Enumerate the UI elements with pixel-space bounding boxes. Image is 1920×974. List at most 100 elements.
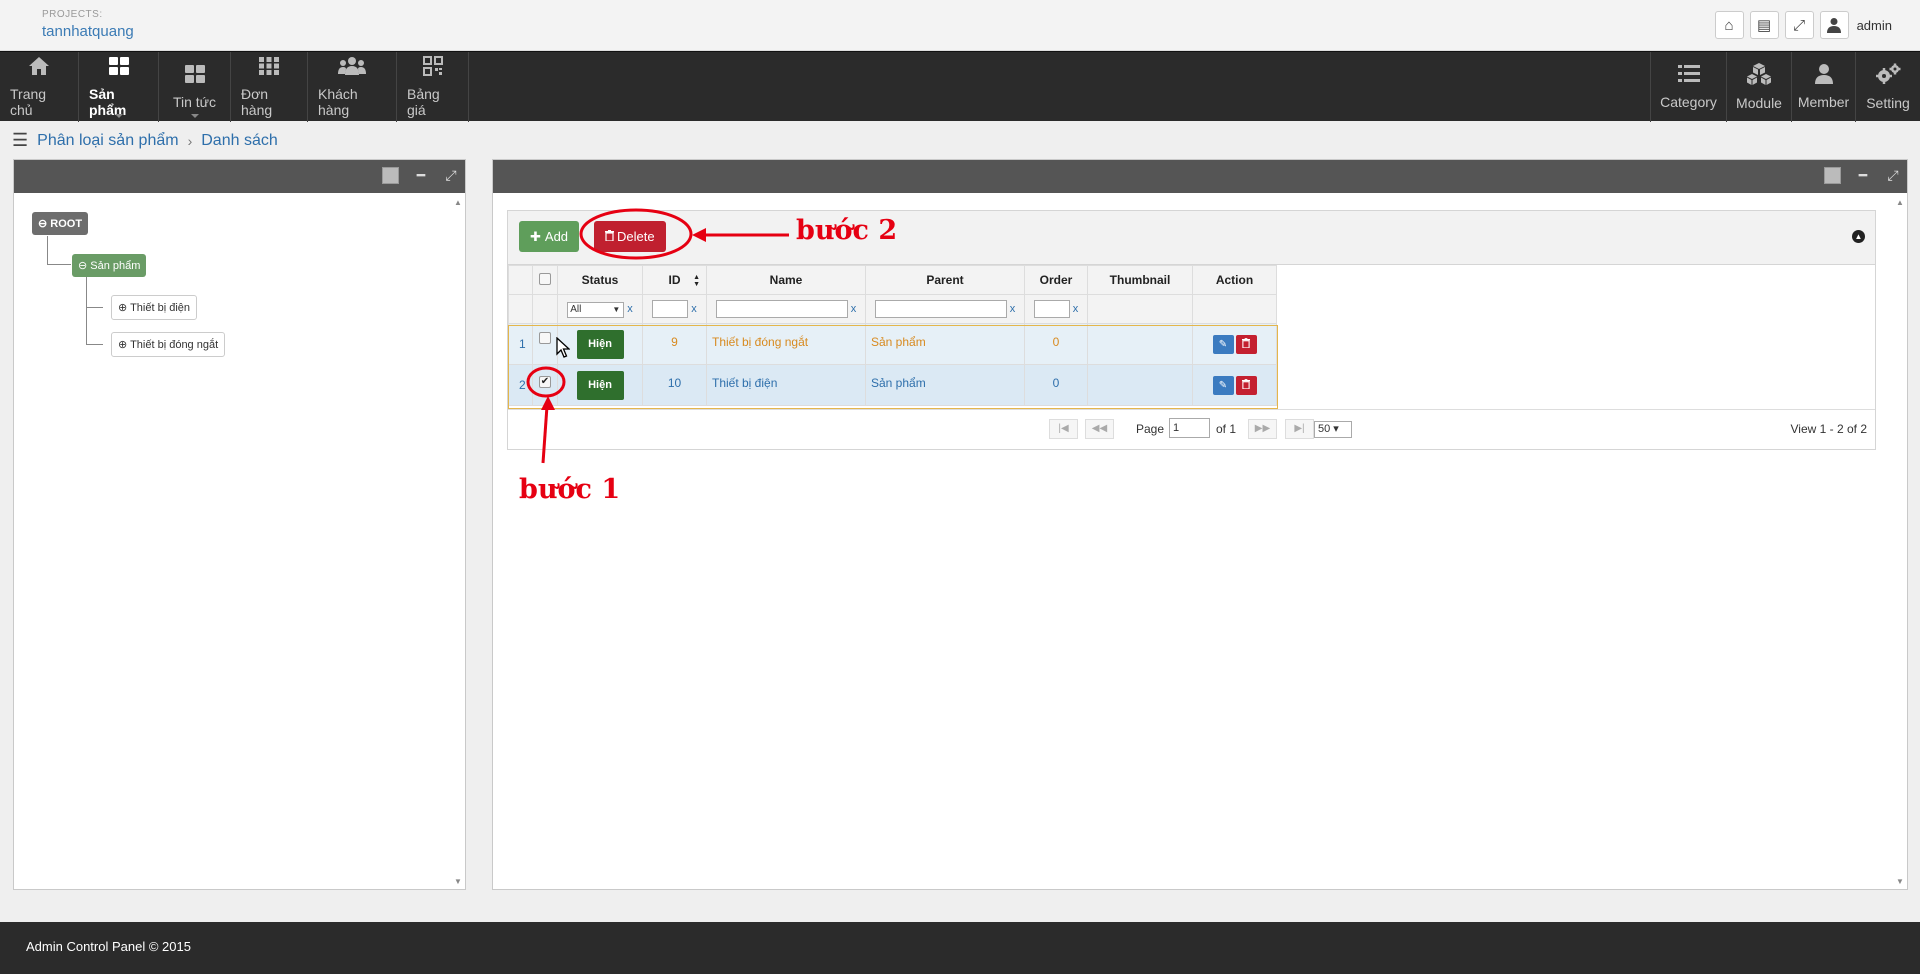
tree-node-san-pham[interactable]: ⊖ Sản phẩm <box>72 254 147 277</box>
edit-icon[interactable]: ✎ <box>1212 375 1234 395</box>
col-header-name[interactable]: Name <box>706 265 866 295</box>
nav-item-module[interactable]: Module <box>1726 52 1791 122</box>
chevron-right-icon: › <box>187 132 193 149</box>
grid-panel-header: ━ ⤢ <box>493 160 1907 193</box>
square-icon[interactable] <box>382 167 399 184</box>
menu-icon[interactable]: ☰ <box>12 130 28 151</box>
home-icon[interactable]: ⌂ <box>1714 11 1744 39</box>
col-header-thumbnail[interactable]: Thumbnail <box>1087 265 1193 295</box>
minimize-icon[interactable]: ━ <box>413 167 429 184</box>
row-thumbnail <box>1087 323 1193 365</box>
nav-item-don-hang[interactable]: Đơn hàng <box>231 52 308 122</box>
scroll-down-icon[interactable]: ▼ <box>1895 877 1905 886</box>
row-parent: Sản phẩm <box>865 364 1025 406</box>
status-filter-select[interactable]: All <box>567 301 625 318</box>
rownum-header <box>508 265 533 295</box>
row-name: Thiết bị đóng ngắt <box>706 323 866 365</box>
delete-button[interactable]: Delete <box>594 221 666 252</box>
expand-icon[interactable]: ⤢ <box>443 167 459 184</box>
name-filter-input[interactable] <box>715 300 848 318</box>
user-icon[interactable] <box>1819 11 1849 39</box>
select-all-checkbox[interactable] <box>539 272 551 285</box>
scroll-down-icon[interactable]: ▼ <box>453 877 463 886</box>
tree-connector <box>47 264 71 265</box>
scroll-up-icon[interactable]: ▲ <box>453 198 463 207</box>
book-icon[interactable]: ▤ <box>1749 11 1779 39</box>
clear-name-filter[interactable]: x <box>851 303 857 315</box>
grid-icon <box>108 56 130 80</box>
parent-filter-input[interactable] <box>874 300 1007 318</box>
next-page-icon[interactable]: ▶▶ <box>1248 419 1277 439</box>
table-row[interactable]: 2 ✔ Hiện 10 Thiết bị điện Sản phẩm 0 ✎ <box>508 364 1277 406</box>
col-header-order[interactable]: Order <box>1024 265 1088 295</box>
tree-connector <box>86 276 87 344</box>
square-icon[interactable] <box>1824 167 1841 184</box>
last-page-icon[interactable]: ▶| <box>1285 419 1314 439</box>
fullscreen-icon[interactable]: ⤢ <box>1784 11 1814 39</box>
admin-username[interactable]: admin <box>1857 18 1892 33</box>
minus-circle-icon: ⊖ <box>78 260 88 272</box>
page-number-input[interactable]: 1 <box>1169 418 1210 438</box>
nav-item-category[interactable]: Category <box>1650 52 1726 122</box>
chevron-down-icon <box>190 114 199 118</box>
clear-order-filter[interactable]: x <box>1073 303 1079 315</box>
clear-status-filter[interactable]: x <box>627 303 633 315</box>
main-nav: Trang chủ Sản phẩm Tin tức Đơn hàng Khác… <box>0 51 1920 122</box>
nav-item-tin-tuc[interactable]: Tin tức <box>159 52 231 122</box>
project-name-link[interactable]: tannhatquang <box>42 23 134 40</box>
nav-item-bang-gia[interactable]: Bảng giá <box>397 52 469 122</box>
breadcrumb-current[interactable]: Danh sách <box>201 132 278 150</box>
nav-item-khach-hang[interactable]: Khách hàng <box>308 52 397 122</box>
table-row[interactable]: 1 Hiện 9 Thiết bị đóng ngắt Sản phẩm 0 ✎ <box>508 323 1277 365</box>
mouse-cursor-icon <box>556 337 570 358</box>
row-thumbnail <box>1087 364 1193 406</box>
chevron-down-icon <box>114 114 123 118</box>
prev-page-icon[interactable]: ◀◀ <box>1085 419 1114 439</box>
grid-icon <box>184 64 206 88</box>
id-filter-input[interactable] <box>652 300 689 318</box>
home-icon <box>28 56 50 80</box>
col-header-parent[interactable]: Parent <box>865 265 1025 295</box>
nav-item-trang-chu[interactable]: Trang chủ <box>0 52 79 122</box>
plus-circle-icon: ⊕ <box>118 302 128 314</box>
nav-item-member[interactable]: Member <box>1791 52 1855 122</box>
row-checkbox[interactable] <box>539 332 551 344</box>
tree-connector <box>47 236 48 264</box>
trash-icon[interactable] <box>1235 334 1257 354</box>
top-tools: ⌂ ▤ ⤢ admin <box>1714 11 1892 39</box>
col-header-id[interactable]: ID ▲ ▼ <box>642 265 707 295</box>
expand-icon[interactable]: ⤢ <box>1885 167 1901 184</box>
user-icon <box>1814 64 1833 88</box>
grid-panel: ━ ⤢ ▲ ▼ ✚ Add Delete ▲ Status ID ▲ ▼ Nam… <box>492 159 1908 890</box>
clear-id-filter[interactable]: x <box>691 303 697 315</box>
tree-panel: ━ ⤢ ▲ ▼ ⊖ ROOT ⊖ Sản phẩm ⊕ Thiết bị điệ… <box>13 159 466 890</box>
trash-icon[interactable] <box>1235 375 1257 395</box>
status-toggle-button[interactable]: Hiện <box>576 370 624 400</box>
nav-item-setting[interactable]: Setting <box>1855 52 1920 122</box>
top-header: PROJECTS: tannhatquang ⌂ ▤ ⤢ admin <box>0 0 1920 51</box>
row-number: 1 <box>508 323 533 365</box>
tree-node-thiet-bi-dong-ngat[interactable]: ⊕ Thiết bị đóng ngắt <box>111 332 226 357</box>
page-size-select[interactable]: 50 ▾ <box>1314 421 1352 438</box>
collapse-icon[interactable]: ▲ <box>1852 230 1865 243</box>
projects-label: PROJECTS: <box>42 9 103 20</box>
row-checkbox-checked[interactable]: ✔ <box>539 376 551 388</box>
select-all-header <box>532 265 558 295</box>
tree-node-thiet-bi-dien[interactable]: ⊕ Thiết bị điện <box>111 295 198 320</box>
edit-icon[interactable]: ✎ <box>1212 334 1234 354</box>
page-count: of 1 <box>1216 422 1237 436</box>
first-page-icon[interactable]: |◀ <box>1049 419 1078 439</box>
tree-node-root[interactable]: ⊖ ROOT <box>32 212 89 235</box>
minimize-icon[interactable]: ━ <box>1855 167 1871 184</box>
scroll-up-icon[interactable]: ▲ <box>1895 198 1905 207</box>
clear-parent-filter[interactable]: x <box>1010 303 1016 315</box>
breadcrumb-parent[interactable]: Phân loại sản phẩm <box>37 132 178 150</box>
status-toggle-button[interactable]: Hiện <box>576 329 624 359</box>
order-filter-input[interactable] <box>1033 300 1070 318</box>
qrcode-icon <box>422 56 443 80</box>
col-header-action: Action <box>1192 265 1277 295</box>
add-button[interactable]: ✚ Add <box>519 221 580 252</box>
row-name: Thiết bị điện <box>706 364 866 406</box>
col-header-status[interactable]: Status <box>557 265 643 295</box>
nav-item-san-pham[interactable]: Sản phẩm <box>79 52 159 122</box>
